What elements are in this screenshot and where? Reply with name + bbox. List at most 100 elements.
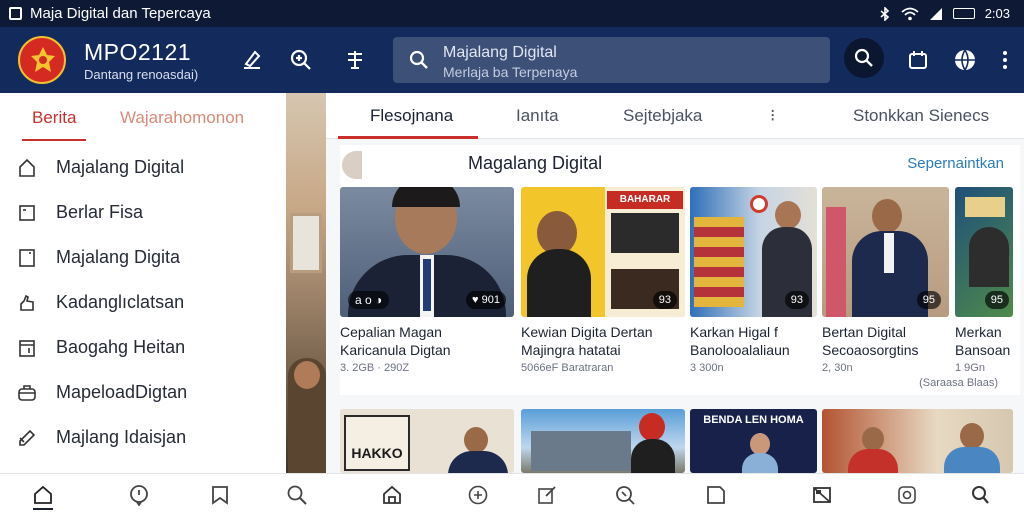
drawer-bottom-nav [0,473,326,512]
globe-icon[interactable] [950,45,980,75]
see-all-link[interactable]: Sepernaintkan [907,155,1004,172]
card-title-line1: Karkan Higal f [690,324,778,340]
drawer-tab-second[interactable]: Wajarahomonon [120,108,244,128]
bluetooth-icon [880,6,889,21]
active-tab-indicator [338,136,478,139]
card-title-line2: Bansoan [955,342,1011,358]
status-time: 2:03 [984,6,1010,21]
drawer-item-label: Kadanglıclatsan [56,292,185,312]
status-bar: Maja Digital dan Tepercaya 2:03 [0,0,1024,27]
home-icon [16,157,38,179]
active-nav-indicator [33,508,53,510]
search-button[interactable] [844,38,884,78]
drawer-item-1[interactable]: Majalang Digital [0,145,286,190]
search-icon[interactable] [285,483,309,507]
card-title-line1: Merkan [955,324,1002,340]
drawer-item-5[interactable]: Baogahg Heitan [0,325,286,370]
emblem-logo[interactable] [18,36,66,84]
chat-icon[interactable] [127,483,151,507]
featured-section: Magalang Digital Sepernaintkan a o ◑ ♥ 9… [340,145,1020,395]
news-card[interactable]: 95 Bertan Digital Secoaosorgtins 2, 30n [822,187,949,374]
main-content: Flesojnana Ianıta Sejtebjaka ⁝ Stonkkan … [326,93,1024,473]
settings-icon[interactable] [895,483,919,507]
tab-overflow[interactable]: ⁝ [770,106,775,126]
status-icons: 2:03 [879,0,1010,27]
drawer-tab-berita[interactable]: Berita [32,108,76,128]
news-card[interactable]: 93 Karkan Higal f Banolooalaliaun 3 300n [690,187,817,374]
card-thumbnail: a o ◑ ♥ 901 [340,187,514,317]
edit-icon [16,427,38,449]
drawer-list: Majalang Digital Berlar Fisa Majalang Di… [0,145,286,460]
hand-icon [16,292,38,314]
search-icon [854,48,873,67]
background-photo-edge [286,93,326,473]
calendar-icon[interactable] [903,45,933,75]
card-meta: 2, 30n [822,362,853,374]
card-title-line1: Bertan Digital [822,324,907,340]
square-icon [16,202,38,224]
row2-card[interactable] [521,409,685,473]
poster-headline: BAHARAR [607,191,683,209]
card-title-line1: Cepalian Magan [340,324,442,340]
bookmark-icon[interactable] [208,483,232,507]
tab-1[interactable]: Flesojnana [370,106,453,126]
home-icon[interactable] [380,483,404,507]
drawer-item-4[interactable]: Kadanglıclatsan [0,280,286,325]
row2-card[interactable]: HAKKO [340,409,514,473]
brand-subtitle: Dantang renoasdai) [84,67,199,82]
tab-5[interactable]: Stonkkan Sienecs [853,106,989,126]
drawer-tabs: Berita Wajarahomonon [0,93,286,141]
signal-icon [929,7,942,20]
drawer-item-2[interactable]: Berlar Fisa [0,190,286,235]
add-icon[interactable] [466,483,490,507]
page-icon [16,247,38,269]
calendar-icon [16,337,38,359]
drawer-item-3[interactable]: Majalang Digita [0,235,286,280]
card-meta: 1 9Gn [955,362,985,374]
brand-title: MPO2121 [84,39,192,65]
section-badge [342,151,362,179]
drawer-item-6[interactable]: MapeloadDigtan [0,370,286,415]
home-icon[interactable] [31,483,55,507]
tab-2[interactable]: Ianıta [516,106,559,126]
row2-card[interactable] [822,409,1013,473]
edit-icon[interactable] [237,45,267,75]
briefcase-icon [16,382,38,404]
drawer-item-7[interactable]: Majlang Idaisjan [0,415,286,460]
compose-icon[interactable] [535,483,559,507]
news-card[interactable]: BAHARAR 93 Kewian Digita Dertan Majingra… [521,187,685,374]
square-icon[interactable] [704,483,728,507]
wifi-icon [901,7,919,20]
card-count-chip: 95 [984,291,1009,309]
card-thumbnail: BAHARAR 93 [521,187,685,317]
card-title-line2: Secoaosorgtins [822,342,919,358]
card-count-chip: 93 [652,291,677,309]
card-icon-row: a o ◑ [348,291,390,309]
card-meta: 3 300n [690,362,724,374]
news-card[interactable]: a o ◑ ♥ 901 Cepalian Magan Karicanula Di… [340,187,514,374]
category-tabs: Flesojnana Ianıta Sejtebjaka ⁝ Stonkkan … [326,93,1024,139]
more-menu-icon[interactable] [990,45,1020,75]
search-field[interactable]: Majalang Digital Merlaja ba Terpenaya [393,37,830,83]
zoom-icon[interactable] [286,45,316,75]
main-bottom-nav [326,473,1024,512]
row2-card[interactable]: BENDA LEN HOMA [690,409,817,473]
section-more-link[interactable]: (Saraasa Blaas) [919,377,998,389]
media-icon[interactable] [810,483,834,507]
card-title-line2: Karicanula Digtan [340,342,451,358]
search-icon[interactable] [968,483,992,507]
search-icon [409,50,428,69]
card-count-chip: 93 [784,291,809,309]
app-window-icon [9,7,22,20]
tab-3[interactable]: Sejtebjaka [623,106,702,126]
card-title-line2: Majingra hatatai [521,342,621,358]
drawer-item-label: Majalang Digita [56,247,181,267]
status-title: Maja Digital dan Tepercaya [30,5,211,22]
share-icon[interactable] [340,45,370,75]
news-card[interactable]: 95 Merkan Bansoan 1 9Gn [955,187,1013,374]
zoom-icon[interactable] [613,483,637,507]
card-thumbnail: 95 [822,187,949,317]
row2-poster: BENDA LEN HOMA [703,414,804,426]
drawer-item-label: MapeloadDigtan [56,382,188,402]
like-count-chip: ♥ 901 [466,291,506,309]
